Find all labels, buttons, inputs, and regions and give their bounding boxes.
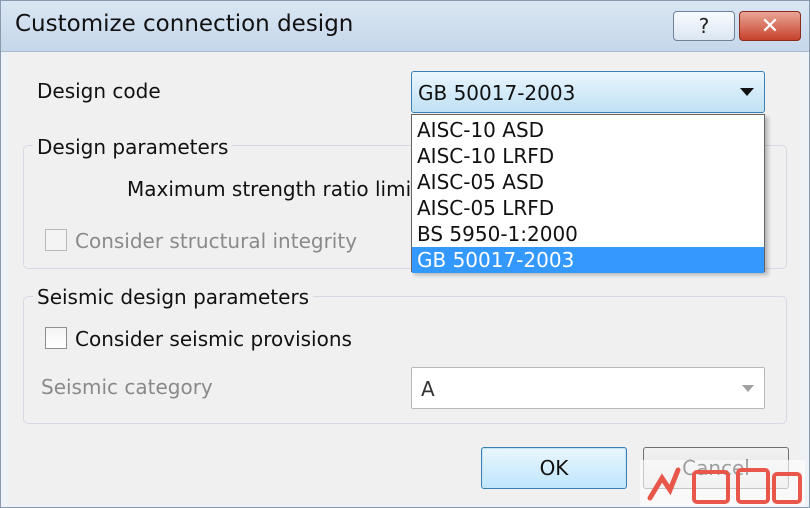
design-code-option[interactable]: BS 5950-1:2000 — [412, 221, 764, 247]
seismic-parameters-title: Seismic design parameters — [33, 285, 314, 309]
dialog-title: Customize connection design — [15, 11, 354, 37]
design-code-select[interactable]: GB 50017-2003 — [411, 71, 765, 113]
chevron-down-icon[interactable] — [740, 88, 754, 96]
structural-integrity-checkbox[interactable] — [45, 229, 67, 251]
design-code-dropdown-list: AISC-10 ASD AISC-10 LRFD AISC-05 ASD AIS… — [411, 114, 765, 273]
dialog-window: Customize connection design ? ✕ Design c… — [0, 0, 810, 508]
ok-button[interactable]: OK — [481, 447, 627, 489]
design-code-option[interactable]: AISC-10 LRFD — [412, 143, 764, 169]
seismic-category-value: A — [421, 377, 435, 401]
help-icon: ? — [698, 14, 710, 38]
title-bar[interactable]: Customize connection design ? ✕ — [1, 1, 809, 52]
seismic-provisions-checkbox[interactable] — [45, 327, 67, 349]
max-strength-ratio-label: Maximum strength ratio limit: — [127, 177, 426, 201]
design-code-option[interactable]: AISC-05 LRFD — [412, 195, 764, 221]
design-code-option-selected[interactable]: GB 50017-2003 — [412, 247, 764, 273]
design-code-label: Design code — [37, 79, 161, 103]
chevron-down-icon — [742, 385, 754, 392]
design-parameters-title: Design parameters — [33, 135, 233, 159]
watermark-logo — [640, 460, 805, 506]
close-icon: ✕ — [760, 13, 780, 39]
seismic-category-label: Seismic category — [41, 375, 213, 399]
seismic-provisions-label: Consider seismic provisions — [75, 327, 352, 351]
help-button[interactable]: ? — [673, 11, 735, 41]
design-code-value: GB 50017-2003 — [418, 81, 576, 105]
structural-integrity-label: Consider structural integrity — [75, 229, 358, 253]
seismic-category-select: A — [411, 367, 765, 409]
design-code-option[interactable]: AISC-05 ASD — [412, 169, 764, 195]
design-code-option[interactable]: AISC-10 ASD — [412, 117, 764, 143]
close-button[interactable]: ✕ — [739, 11, 801, 41]
